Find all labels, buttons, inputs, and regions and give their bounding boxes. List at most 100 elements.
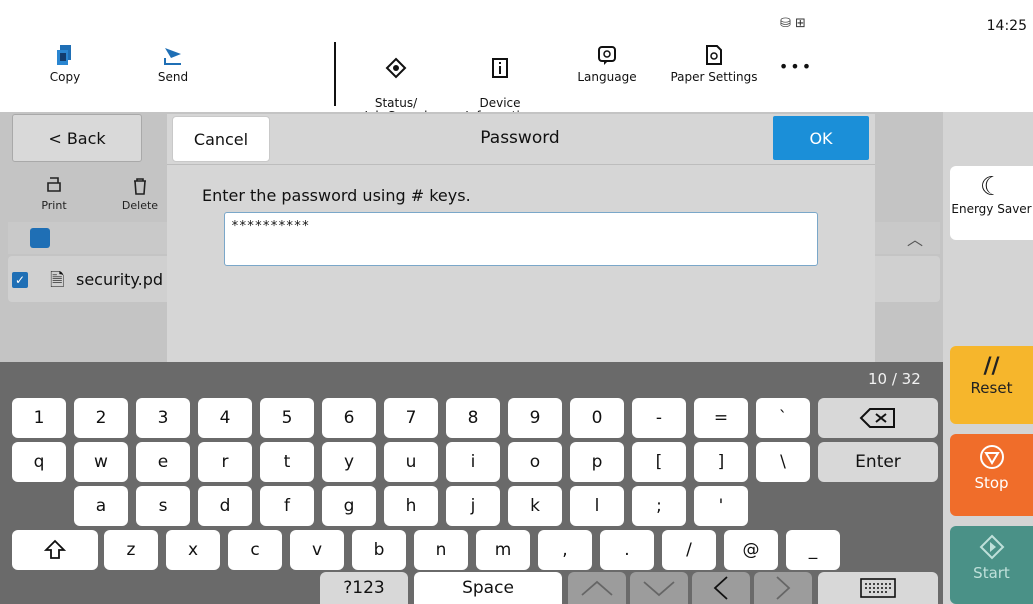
keyboard-toggle-key[interactable] xyxy=(818,572,938,604)
start-button[interactable]: Start xyxy=(950,526,1033,604)
cancel-button[interactable]: Cancel xyxy=(172,116,270,162)
print-button[interactable]: Print xyxy=(34,176,74,212)
password-field[interactable]: ********** xyxy=(224,212,818,266)
symbols-key[interactable]: ?123 xyxy=(320,572,408,604)
shift-key[interactable] xyxy=(12,530,98,570)
energy-saver-label: Energy Saver xyxy=(951,202,1032,216)
delete-label: Delete xyxy=(121,199,159,212)
key[interactable]: a xyxy=(74,486,128,526)
key[interactable]: 5 xyxy=(260,398,314,438)
right-arrow-key[interactable] xyxy=(754,572,812,604)
chevron-left-icon xyxy=(713,576,728,600)
key[interactable]: 2 xyxy=(74,398,128,438)
language-label: Language xyxy=(577,70,637,84)
stop-button[interactable]: Stop xyxy=(950,434,1033,516)
print-label: Print xyxy=(41,199,67,212)
info-icon xyxy=(492,58,508,78)
key[interactable]: b xyxy=(352,530,406,570)
reset-button[interactable]: // Reset xyxy=(950,346,1033,424)
key[interactable]: m xyxy=(476,530,530,570)
key[interactable]: u xyxy=(384,442,438,482)
key[interactable]: o xyxy=(508,442,562,482)
key[interactable]: 8 xyxy=(446,398,500,438)
dialog-title: Password xyxy=(480,128,560,148)
key[interactable]: f xyxy=(260,486,314,526)
language-icon xyxy=(598,46,616,65)
key[interactable]: x xyxy=(166,530,220,570)
key[interactable]: 3 xyxy=(136,398,190,438)
key[interactable]: k xyxy=(508,486,562,526)
ok-button[interactable]: OK xyxy=(773,116,869,160)
shift-icon xyxy=(44,539,66,559)
key[interactable]: = xyxy=(694,398,748,438)
copy-button[interactable]: Copy xyxy=(40,44,90,84)
key[interactable]: 7 xyxy=(384,398,438,438)
moon-icon: ☾ xyxy=(979,172,1004,202)
send-button[interactable]: Send xyxy=(148,44,198,84)
key[interactable]: / xyxy=(662,530,716,570)
reset-label: Reset xyxy=(970,379,1013,397)
key[interactable]: @ xyxy=(724,530,778,570)
up-arrow-key[interactable] xyxy=(568,572,626,604)
key[interactable]: c xyxy=(228,530,282,570)
key[interactable]: ; xyxy=(632,486,686,526)
send-icon xyxy=(164,48,181,65)
key[interactable]: d xyxy=(198,486,252,526)
key[interactable]: s xyxy=(136,486,190,526)
key[interactable]: t xyxy=(260,442,314,482)
backspace-key[interactable] xyxy=(818,398,938,438)
key[interactable]: 4 xyxy=(198,398,252,438)
scroll-up-icon[interactable]: ︿ xyxy=(907,226,923,250)
chevron-up-icon xyxy=(581,580,613,596)
key[interactable]: i xyxy=(446,442,500,482)
energy-saver-button[interactable]: ☾ Energy Saver xyxy=(950,166,1033,240)
key[interactable]: j xyxy=(446,486,500,526)
space-key[interactable]: Space xyxy=(414,572,562,604)
key[interactable]: q xyxy=(12,442,66,482)
file-name: security.pd xyxy=(76,270,163,289)
trash-icon xyxy=(134,178,146,195)
chevron-down-icon xyxy=(643,581,675,597)
key[interactable]: ` xyxy=(756,398,810,438)
key[interactable]: 0 xyxy=(570,398,624,438)
down-arrow-key[interactable] xyxy=(630,572,688,604)
key[interactable]: z xyxy=(104,530,158,570)
key[interactable]: 9 xyxy=(508,398,562,438)
key[interactable]: ] xyxy=(694,442,748,482)
key[interactable]: v xyxy=(290,530,344,570)
key[interactable]: p xyxy=(570,442,624,482)
enter-key[interactable]: Enter xyxy=(818,442,938,482)
key[interactable]: h xyxy=(384,486,438,526)
select-all-checkbox[interactable] xyxy=(30,228,50,248)
key[interactable]: 1 xyxy=(12,398,66,438)
key[interactable]: , xyxy=(538,530,592,570)
key[interactable]: n xyxy=(414,530,468,570)
start-icon xyxy=(979,534,1004,560)
key[interactable]: y xyxy=(322,442,376,482)
document-icon: 🗎 xyxy=(50,270,65,291)
key[interactable]: g xyxy=(322,486,376,526)
key[interactable]: r xyxy=(198,442,252,482)
more-icon: ••• xyxy=(778,57,814,76)
paper-settings-label: Paper Settings xyxy=(670,70,758,84)
key[interactable]: l xyxy=(570,486,624,526)
more-button[interactable]: ••• xyxy=(776,57,816,76)
key[interactable]: ' xyxy=(694,486,748,526)
back-button[interactable]: < Back xyxy=(12,114,142,162)
chevron-right-icon xyxy=(776,576,791,600)
key[interactable]: w xyxy=(74,442,128,482)
language-button[interactable]: Language xyxy=(572,44,642,84)
key[interactable]: \ xyxy=(756,442,810,482)
delete-button[interactable]: Delete xyxy=(120,176,160,212)
file-checkbox-icon[interactable]: ✓ xyxy=(12,272,28,288)
print-icon xyxy=(47,177,61,192)
key[interactable]: 6 xyxy=(322,398,376,438)
key[interactable]: e xyxy=(136,442,190,482)
left-arrow-key[interactable] xyxy=(692,572,750,604)
key[interactable]: - xyxy=(632,398,686,438)
paper-settings-button[interactable]: Paper Settings xyxy=(666,44,762,84)
key[interactable]: . xyxy=(600,530,654,570)
key[interactable]: _ xyxy=(786,530,840,570)
key[interactable]: [ xyxy=(632,442,686,482)
status-icons: ⛁ ⊞ xyxy=(780,16,806,31)
